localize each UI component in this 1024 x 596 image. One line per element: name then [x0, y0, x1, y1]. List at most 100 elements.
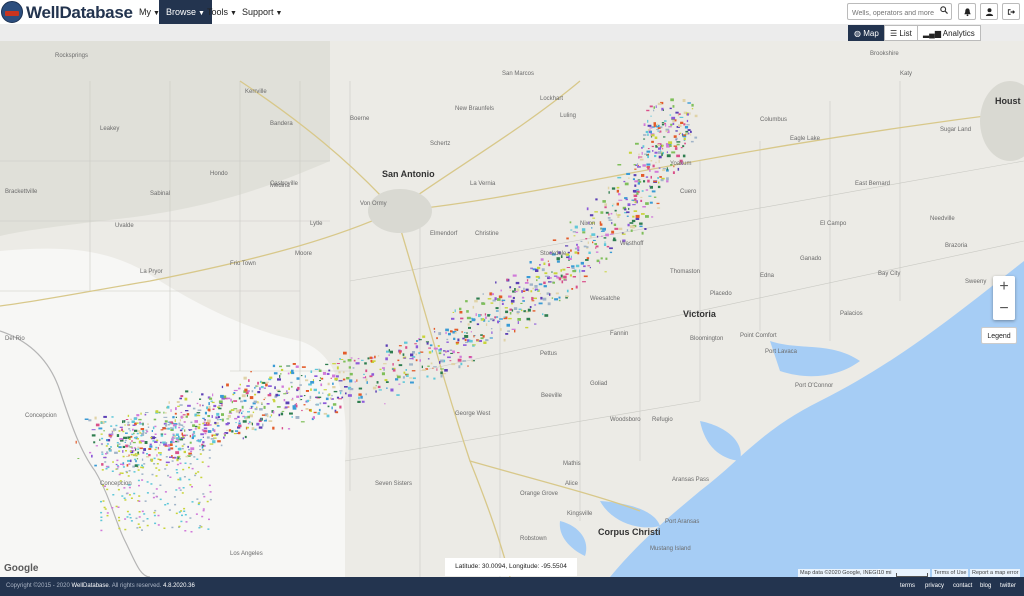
well-point	[640, 199, 643, 202]
footer-rights: . All rights reserved.	[108, 583, 162, 589]
well-point	[143, 448, 146, 451]
well-point	[675, 130, 678, 132]
well-point	[118, 443, 121, 445]
well-point	[567, 251, 570, 254]
well-point	[154, 448, 157, 451]
well-point	[193, 456, 196, 458]
well-point	[119, 472, 122, 474]
well-point	[296, 395, 300, 398]
well-point	[160, 429, 164, 431]
map-scale-label: 10 mi	[878, 570, 892, 576]
well-point	[405, 369, 407, 371]
well-point	[572, 231, 577, 233]
well-point	[690, 133, 692, 136]
well-point	[95, 423, 100, 427]
well-point	[333, 390, 338, 393]
well-point	[137, 446, 140, 448]
well-point	[291, 385, 293, 388]
well-point	[645, 215, 649, 218]
report-map-error-link[interactable]: Report a map error	[970, 569, 1021, 577]
well-point	[160, 433, 164, 435]
well-point	[491, 331, 493, 334]
well-point	[115, 424, 118, 427]
analytics-view-button[interactable]: ▂▄▆ Analytics	[917, 25, 981, 41]
well-point	[219, 419, 222, 421]
well-point	[640, 196, 643, 198]
well-point	[651, 145, 654, 148]
well-point	[314, 368, 318, 370]
footer-link-twitter[interactable]: twitter	[1000, 577, 1016, 596]
well-point	[199, 453, 202, 455]
well-point	[128, 428, 131, 430]
footer-link-terms[interactable]: terms	[900, 577, 915, 596]
well-point	[489, 337, 493, 339]
map-view-button[interactable]: ◍ Map	[848, 25, 885, 41]
city-label-sugar-land: Sugar Land	[940, 127, 972, 133]
well-point	[290, 381, 293, 384]
well-point	[100, 516, 103, 518]
well-point	[125, 450, 127, 452]
list-view-button[interactable]: ☰ List	[884, 25, 918, 41]
well-point	[464, 338, 467, 342]
well-point	[110, 446, 112, 448]
well-point	[639, 222, 643, 225]
well-point	[112, 461, 114, 463]
well-point	[385, 344, 388, 347]
well-point	[198, 527, 201, 529]
legend-button[interactable]: Legend	[981, 327, 1017, 344]
zoom-in-button[interactable]: +	[993, 276, 1015, 298]
well-point	[141, 473, 144, 475]
well-point	[150, 483, 153, 485]
well-point	[137, 464, 140, 466]
search-input[interactable]	[848, 6, 942, 21]
well-point	[167, 444, 171, 447]
well-point	[655, 161, 657, 164]
well-point	[152, 426, 155, 430]
well-point	[571, 288, 574, 290]
well-point	[265, 383, 268, 387]
well-point	[114, 451, 118, 454]
well-point	[104, 508, 107, 510]
nav-support[interactable]: Support ▼	[235, 0, 289, 24]
well-point	[233, 389, 238, 392]
well-point	[485, 316, 487, 319]
well-point	[150, 436, 153, 439]
well-point	[538, 302, 543, 305]
footer-link-blog[interactable]: blog	[980, 577, 991, 596]
city-label-woodsboro: Woodsboro	[610, 417, 641, 423]
well-point	[396, 394, 400, 396]
well-point	[460, 317, 464, 320]
well-point	[122, 420, 124, 424]
well-point	[313, 388, 317, 392]
well-point	[509, 289, 512, 291]
footer-link-contact[interactable]: contact	[953, 577, 972, 596]
zoom-out-button[interactable]: −	[993, 298, 1015, 320]
city-label-elmendorf: Elmendorf	[430, 231, 458, 237]
logo[interactable]: WellDatabase	[1, 1, 133, 23]
terms-of-use-link[interactable]: Terms of Use	[932, 569, 969, 577]
well-point	[127, 424, 130, 426]
well-point	[445, 328, 449, 332]
footer-link-privacy[interactable]: privacy	[925, 577, 944, 596]
well-point	[489, 318, 494, 321]
well-point	[152, 496, 155, 499]
well-point	[489, 292, 493, 296]
well-point	[487, 314, 490, 317]
well-point	[666, 180, 669, 183]
well-point	[192, 432, 195, 435]
well-point	[134, 458, 137, 461]
well-point	[273, 372, 278, 375]
well-point	[418, 352, 421, 355]
search-icon[interactable]	[940, 6, 948, 14]
account-button[interactable]	[980, 3, 998, 20]
well-map[interactable]: San Antonio New Braunfels San Marcos Loc…	[0, 41, 1024, 577]
well-point	[551, 297, 554, 299]
well-point	[188, 478, 191, 481]
well-point	[136, 527, 139, 529]
well-point	[577, 252, 580, 255]
well-point	[672, 122, 675, 125]
well-point	[498, 295, 503, 299]
well-point	[274, 386, 276, 390]
notifications-button[interactable]	[958, 3, 976, 20]
logout-button[interactable]	[1002, 3, 1020, 20]
